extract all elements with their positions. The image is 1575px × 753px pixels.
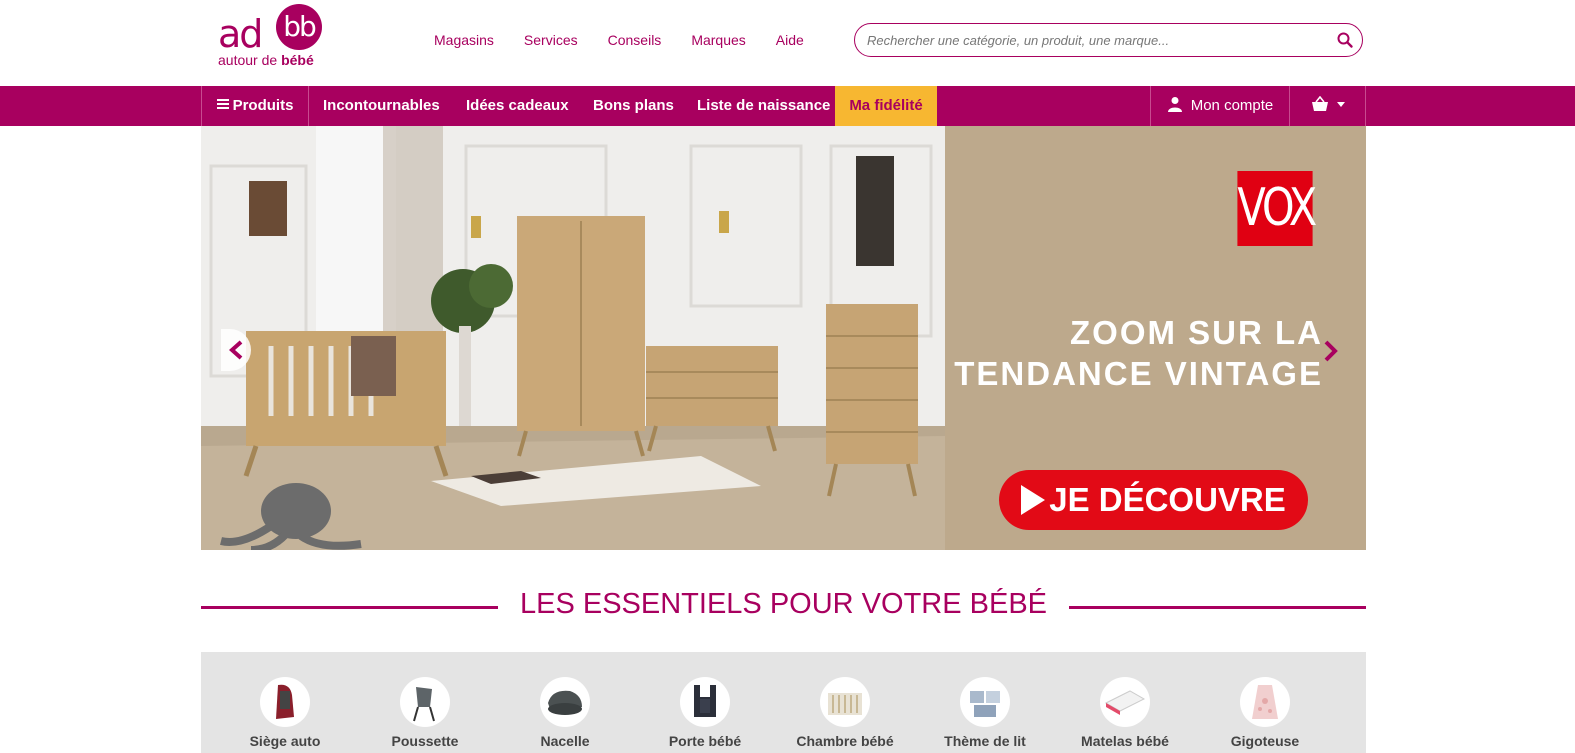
category-chambre-bebe[interactable]: Chambre bébé	[775, 677, 915, 749]
search-box	[854, 23, 1363, 57]
category-siege-auto[interactable]: Siège auto	[215, 677, 355, 749]
baby-carrier-icon	[680, 677, 730, 727]
category-label: Gigoteuse	[1230, 733, 1300, 749]
account-button[interactable]: Mon compte	[1150, 86, 1289, 126]
hero-promo: VOX ZOOM SUR LA TENDANCE VINTAGE JE DÉCO…	[945, 126, 1366, 550]
topnav-marques[interactable]: Marques	[691, 32, 745, 48]
stroller-icon	[400, 677, 450, 727]
section-heading: LES ESSENTIELS POUR VOTRE BÉBÉ	[201, 588, 1366, 624]
nursery-illustration	[201, 126, 945, 550]
cart-button[interactable]	[1289, 86, 1366, 126]
logo-bb: bb	[283, 10, 317, 43]
sleeping-bag-icon	[1240, 677, 1290, 727]
category-matelas-bebe[interactable]: Matelas bébé	[1055, 677, 1195, 749]
category-label: Porte bébé	[668, 733, 742, 749]
nav-incontournables[interactable]: Incontournables	[323, 86, 440, 126]
nav-idees-cadeaux[interactable]: Idées cadeaux	[466, 86, 569, 126]
search-icon[interactable]	[1336, 31, 1354, 49]
logo-tagline: autour de bébé	[218, 52, 314, 68]
category-label: Siège auto	[249, 733, 321, 749]
brand-logo-vox: VOX	[1237, 171, 1317, 246]
menu-icon	[216, 99, 229, 110]
nav-bons-plans[interactable]: Bons plans	[593, 86, 674, 126]
section-title-wrap: LES ESSENTIELS POUR VOTRE BÉBÉ	[201, 588, 1366, 621]
main-nav: Produits Incontournables Idées cadeaux B…	[0, 86, 1575, 126]
hero-banner[interactable]: VOX ZOOM SUR LA TENDANCE VINTAGE JE DÉCO…	[201, 126, 1366, 550]
nav-liste-naissance[interactable]: Liste de naissance	[697, 86, 830, 126]
category-gigoteuse[interactable]: Gigoteuse	[1195, 677, 1335, 749]
category-label: Thème de lit	[944, 733, 1026, 749]
carousel-next[interactable]	[1320, 338, 1340, 364]
mattress-icon	[1100, 677, 1150, 727]
section-title: LES ESSENTIELS POUR VOTRE BÉBÉ	[498, 588, 1069, 620]
topnav-aide[interactable]: Aide	[776, 32, 804, 48]
category-poussette[interactable]: Poussette	[355, 677, 495, 749]
category-theme-de-lit[interactable]: Thème de lit	[915, 677, 1055, 749]
basket-icon	[1311, 96, 1328, 112]
bedding-icon	[960, 677, 1010, 727]
nav-produits[interactable]: Produits	[201, 86, 309, 126]
car-seat-icon	[260, 677, 310, 727]
play-icon	[1021, 485, 1046, 515]
category-nacelle[interactable]: Nacelle	[495, 677, 635, 749]
account-label: Mon compte	[1190, 97, 1274, 114]
site-header: ad bb autour de bébé Magasins Services C…	[0, 0, 1575, 86]
hero-title-line2: TENDANCE VINTAGE	[954, 355, 1323, 392]
discover-button[interactable]: JE DÉCOUVRE	[999, 470, 1308, 530]
topnav-magasins[interactable]: Magasins	[434, 32, 494, 48]
hero-title: ZOOM SUR LA TENDANCE VINTAGE	[954, 312, 1323, 394]
logo-ad: ad	[218, 12, 263, 56]
chevron-left-icon	[228, 340, 243, 360]
user-icon	[1167, 97, 1182, 113]
search-input[interactable]	[867, 30, 1327, 50]
category-label: Poussette	[391, 733, 459, 749]
chevron-down-icon	[1336, 101, 1345, 107]
category-porte-bebe[interactable]: Porte bébé	[635, 677, 775, 749]
bassinet-icon	[540, 677, 590, 727]
topnav-conseils[interactable]: Conseils	[608, 32, 662, 48]
crib-icon	[820, 677, 870, 727]
category-label: Matelas bébé	[1081, 733, 1169, 749]
nav-produits-label: Produits	[232, 97, 294, 114]
nursery-photo	[201, 126, 945, 550]
category-label: Chambre bébé	[796, 733, 894, 749]
topnav-services[interactable]: Services	[524, 32, 578, 48]
hero-title-line1: ZOOM SUR LA	[1070, 314, 1323, 351]
carousel-prev[interactable]	[221, 329, 251, 371]
site-logo[interactable]: ad bb autour de bébé	[218, 4, 328, 68]
category-label: Nacelle	[540, 733, 590, 749]
essentials-categories: Siège auto Poussette Nacelle Porte bébé …	[201, 652, 1366, 753]
nav-ma-fidelite[interactable]: Ma fidélité	[835, 86, 937, 126]
discover-label: JE DÉCOUVRE	[1049, 481, 1286, 518]
top-nav: Magasins Services Conseils Marques Aide	[434, 32, 834, 48]
